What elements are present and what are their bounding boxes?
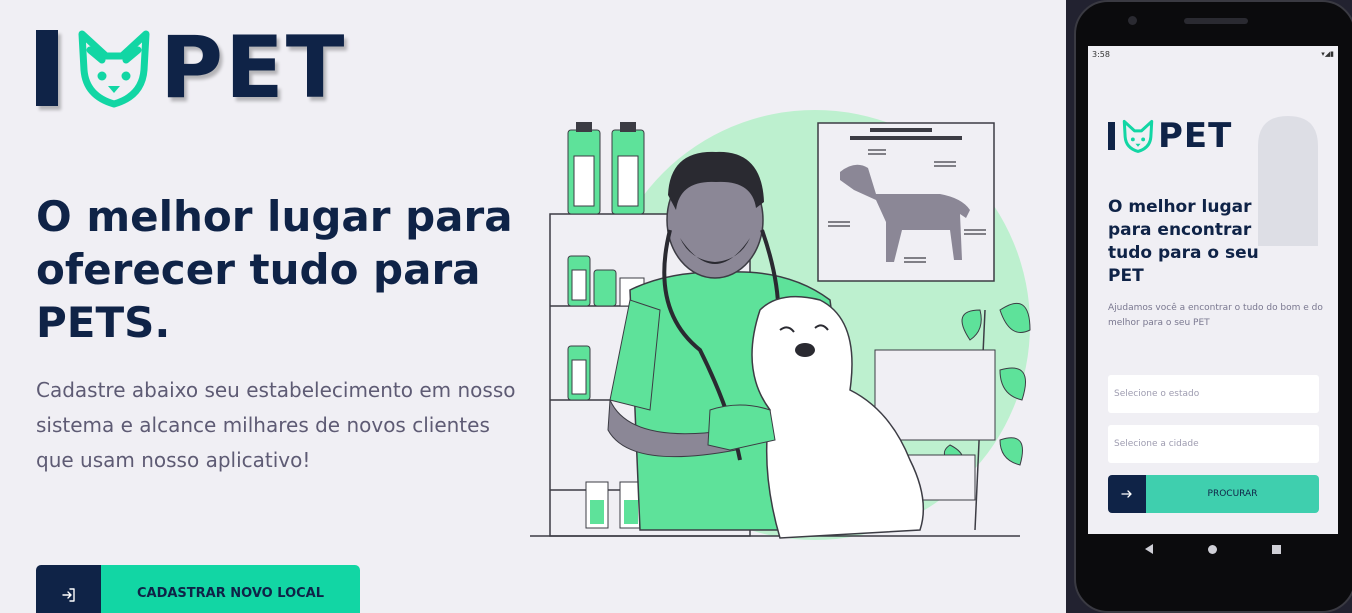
hero-subtext: Cadastre abaixo seu estabelecimento em n… bbox=[36, 378, 516, 472]
status-icons: ▾◢▮ bbox=[1321, 50, 1334, 58]
sign-in-icon bbox=[36, 565, 101, 613]
web-landing-page: PET O melhor lugar para oferecer tudo pa… bbox=[0, 0, 1066, 613]
android-nav-bar bbox=[1088, 534, 1338, 564]
mobile-app-screen: 3:58 ▾◢▮ PET O melhor lugar para encontr… bbox=[1088, 46, 1338, 534]
dog-face-logo-icon bbox=[78, 30, 150, 108]
arrow-right-icon bbox=[1108, 475, 1146, 513]
status-time: 3:58 bbox=[1092, 49, 1110, 59]
status-bar: 3:58 ▾◢▮ bbox=[1088, 46, 1338, 62]
mobile-logo-letter-i bbox=[1108, 122, 1115, 150]
recent-apps-icon[interactable] bbox=[1271, 544, 1281, 554]
home-icon[interactable] bbox=[1207, 544, 1217, 554]
back-icon[interactable] bbox=[1145, 544, 1154, 554]
logo-text: PET bbox=[160, 18, 347, 118]
city-select[interactable]: Selecione a cidade bbox=[1108, 425, 1319, 463]
logo: PET bbox=[36, 18, 347, 118]
phone-camera bbox=[1128, 16, 1137, 25]
register-new-place-label: CADASTRAR NOVO LOCAL bbox=[101, 565, 360, 613]
mobile-logo: PET bbox=[1108, 116, 1232, 156]
search-button[interactable]: PROCURAR bbox=[1108, 475, 1319, 513]
mobile-dog-face-logo-icon bbox=[1122, 119, 1154, 153]
veterinarian-with-dog-illustration bbox=[530, 110, 1031, 540]
phone-speaker bbox=[1184, 18, 1248, 24]
register-new-place-button[interactable]: CADASTRAR NOVO LOCAL bbox=[36, 565, 360, 613]
hero-headline: O melhor lugar para oferecer tudo para P… bbox=[36, 192, 513, 347]
mobile-logo-text: PET bbox=[1158, 116, 1233, 156]
search-button-label: PROCURAR bbox=[1146, 475, 1319, 513]
mobile-subtext: Ajudamos você a encontrar o tudo do bom … bbox=[1108, 303, 1323, 328]
logo-letter-i bbox=[36, 30, 58, 106]
mobile-headline: O melhor lugar para encontrar tudo para … bbox=[1108, 197, 1259, 286]
state-select[interactable]: Selecione o estado bbox=[1108, 375, 1319, 413]
